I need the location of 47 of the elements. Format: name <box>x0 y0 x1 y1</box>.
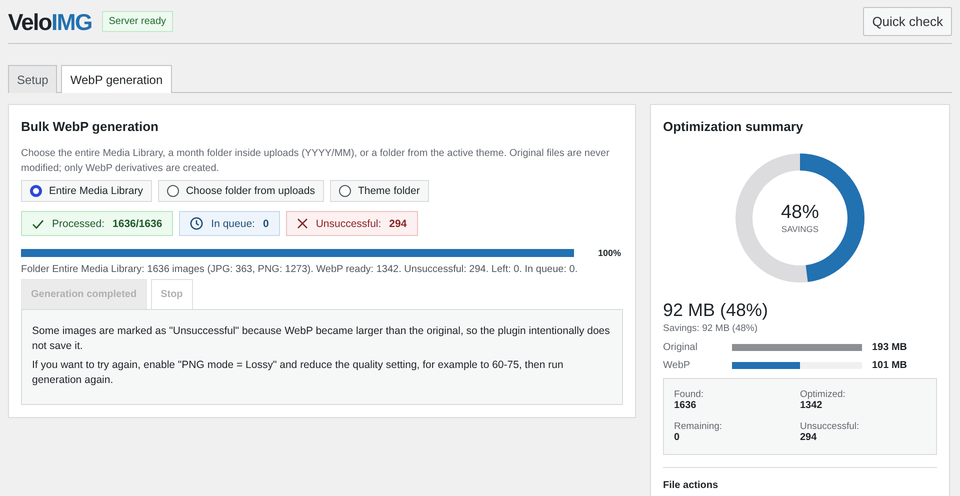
stat-value: 0 <box>262 218 269 230</box>
savings-caption: SAVINGS <box>781 224 819 234</box>
stat-label: In queue: <box>211 218 255 230</box>
source-option[interactable]: Choose folder from uploads <box>158 180 324 202</box>
source-option[interactable]: Theme folder <box>330 180 429 202</box>
option-label: Entire Media Library <box>49 185 143 197</box>
progress-reading: 100% <box>598 248 622 258</box>
option-label: Theme folder <box>358 185 420 197</box>
savings-total: 92 MB (48%) <box>663 300 770 321</box>
option-label: Choose folder from uploads <box>186 185 315 197</box>
size-value: 193 MB <box>872 342 908 353</box>
panel-title: Optimization summary <box>663 119 804 134</box>
stat-value: 294 <box>389 218 407 230</box>
count-label: Unsuccessful: <box>800 421 860 432</box>
size-value: 101 MB <box>872 360 908 371</box>
savings-percent: 48% <box>780 202 820 224</box>
clock-icon <box>190 217 204 230</box>
status-badge: Server ready <box>102 11 174 32</box>
tab[interactable]: WebP generation <box>61 65 172 93</box>
description: Choose the entire Media Library, a month folder inside uploads (YYYY/MM), or a folder from the active theme. Original files are never modified; only WebP derivatives are created. <box>21 147 610 176</box>
size-label: WebP <box>663 360 692 371</box>
status-text: Folder Entire Media Library: 1636 images (JPG: 363, PNG: 1273). WebP ready: 1342. Unsuccessful: 294. Left: 0. In queue: 0. <box>21 264 579 275</box>
stat-value: 1636/1636 <box>112 218 162 230</box>
quick-check-button[interactable]: Quick check <box>863 7 952 36</box>
notice-text: Some images are marked as "Unsuccessful" because WebP became larger than the original, so the plugin intentionally does not save it. <box>32 324 611 354</box>
radio-button[interactable] <box>30 185 42 197</box>
count-label: Optimized: <box>800 389 846 400</box>
count-value: 0 <box>674 432 681 443</box>
count-value: 1636 <box>674 400 698 411</box>
count-label: Found: <box>674 389 705 400</box>
stat-label: Processed: <box>52 218 105 230</box>
radio-button[interactable] <box>338 185 351 197</box>
stat-label: Unsuccessful: <box>316 218 382 230</box>
check-icon <box>32 218 44 230</box>
count-value: 294 <box>800 432 818 443</box>
logo: VeloIMG <box>8 10 92 32</box>
notice-text: If you want to try again, enable "PNG mode = Lossy" and reduce the quality setting, for example to 60-75, then run generation again. <box>32 358 564 388</box>
count-value: 1342 <box>800 400 824 411</box>
savings-subtitle: Savings: 92 MB (48%) <box>663 323 759 334</box>
source-option[interactable]: Entire Media Library <box>21 180 152 202</box>
section-title: File actions <box>663 467 937 491</box>
radio-button[interactable] <box>166 185 179 197</box>
panel-title: Bulk WebP generation <box>21 119 160 134</box>
tab[interactable]: Setup <box>8 65 58 93</box>
count-label: Remaining: <box>674 421 724 432</box>
size-label: Original <box>663 342 698 353</box>
close-icon <box>296 218 308 229</box>
